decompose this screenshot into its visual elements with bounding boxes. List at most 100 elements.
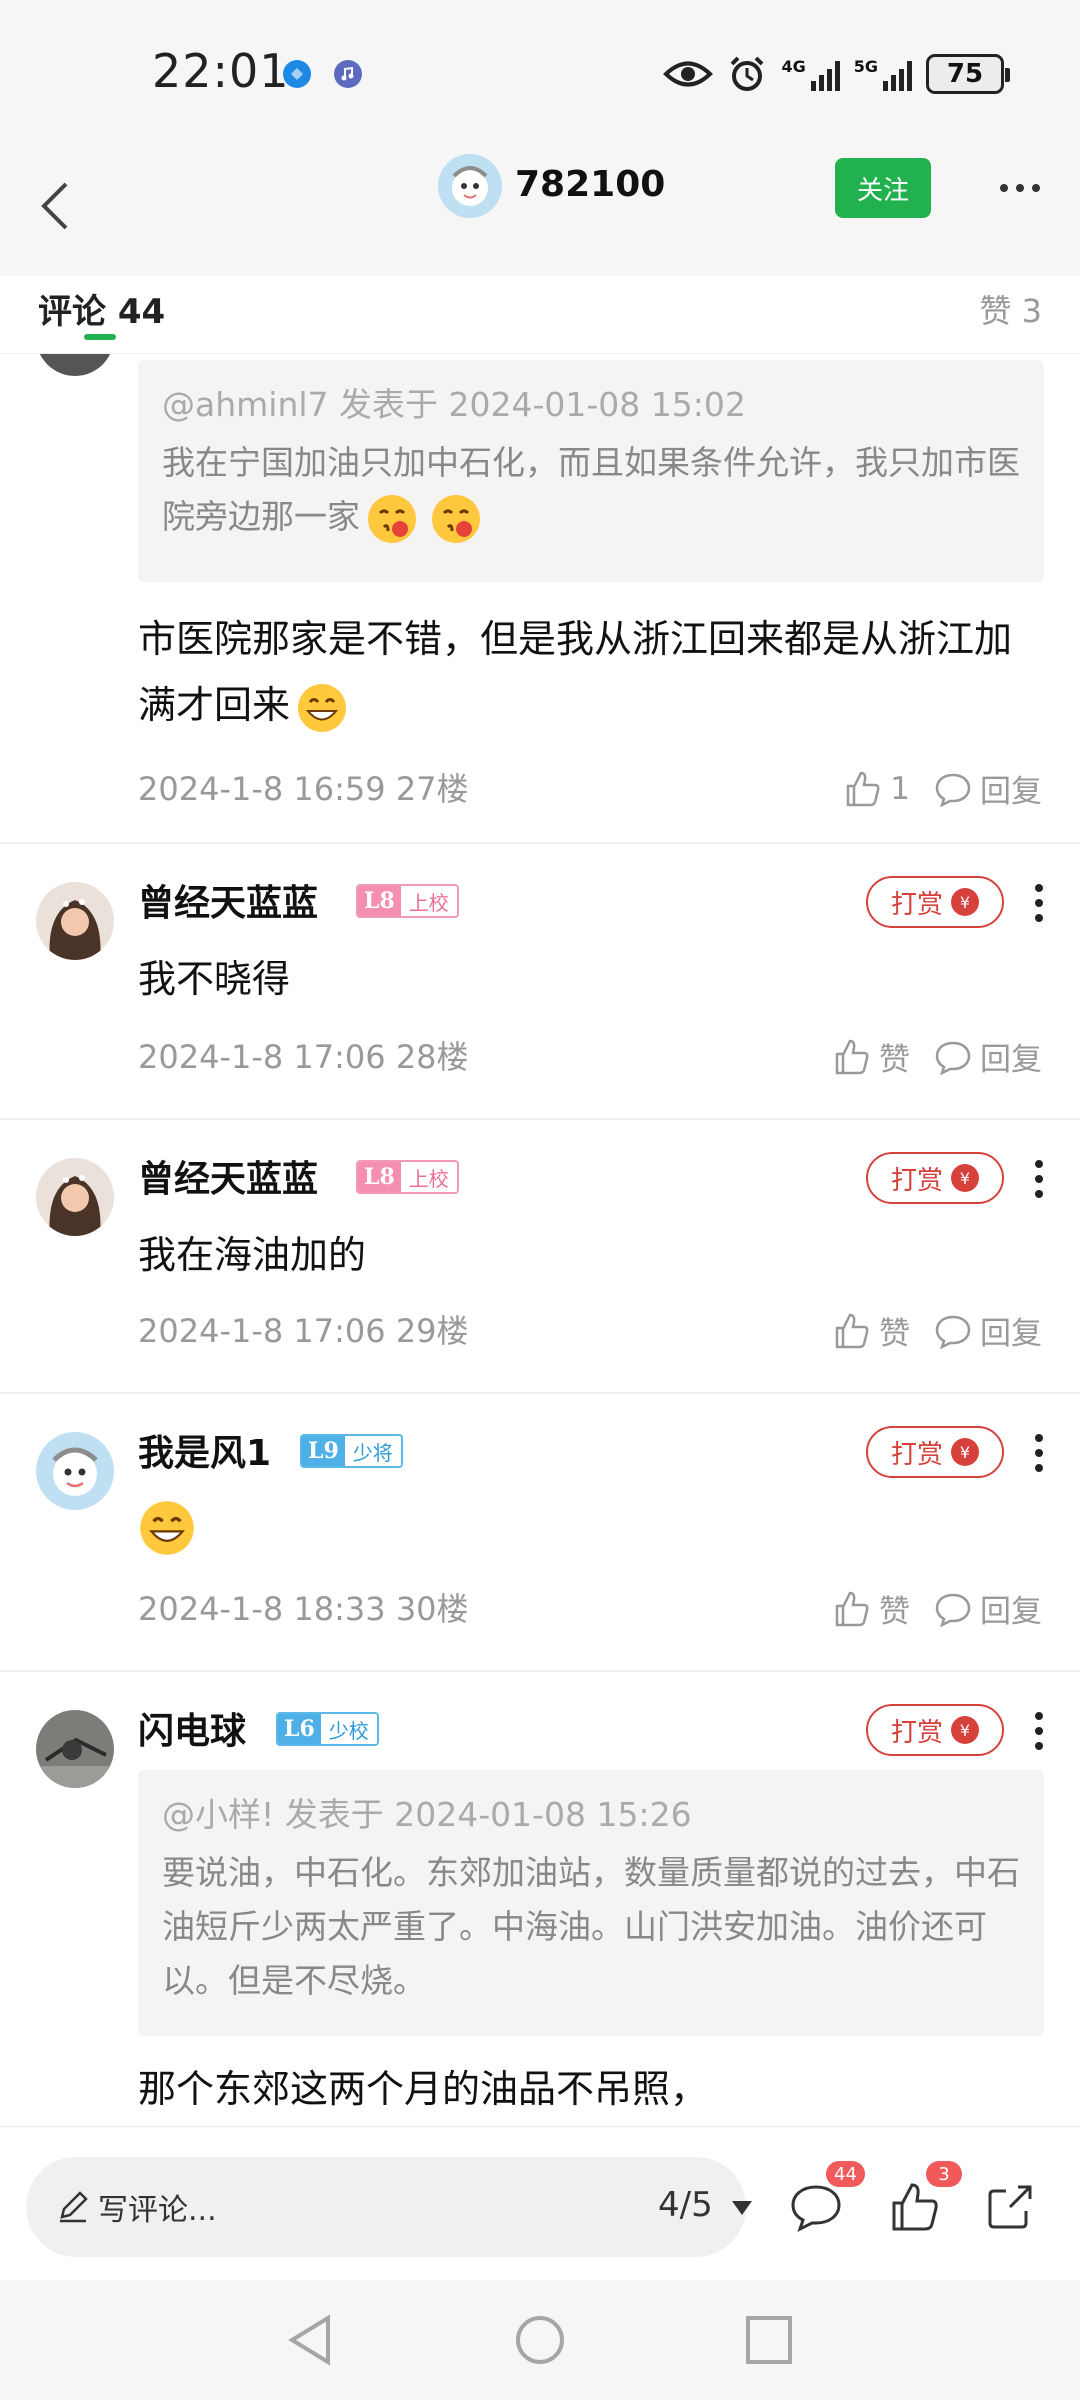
- comment-more-button[interactable]: [1024, 1428, 1054, 1478]
- avatar[interactable]: [36, 1710, 114, 1788]
- comment-meta: 2024-1-8 17:06 28楼: [138, 1038, 469, 1076]
- author-avatar[interactable]: [438, 154, 502, 218]
- comment-item: 曾经天蓝蓝 L8 上校 打赏 ¥ 我在海油加的 2024-1-8 17:06 29楼…: [0, 1120, 1080, 1394]
- quote-header: @ahminl7 发表于 2024-01-08 15:02: [162, 385, 746, 424]
- active-tab-indicator: [84, 334, 116, 340]
- comment-more-button[interactable]: [1024, 1706, 1054, 1756]
- thumbs-up-icon: [835, 1313, 869, 1348]
- quote-text: 要说油，中石化。东郊加油站，数量质量都说的过去，中石油短斤少两太严重了。中海油。…: [162, 1853, 1020, 2000]
- user-level-badge: L6 少校: [276, 1712, 379, 1746]
- write-comment-placeholder: 写评论...: [98, 2193, 217, 2228]
- quoted-comment[interactable]: @ahminl7 发表于 2024-01-08 15:02 我在宁国加油只加中石…: [138, 360, 1044, 582]
- nav-home-icon[interactable]: [512, 2310, 568, 2374]
- quote-header: @小样! 发表于 2024-01-08 15:26: [162, 1795, 692, 1834]
- tip-button[interactable]: 打赏 ¥: [866, 1704, 1004, 1756]
- comment-bubble-icon: [935, 1315, 971, 1349]
- coin-icon: ¥: [951, 1164, 979, 1192]
- comment-text: 我不晓得: [138, 957, 291, 1001]
- reply-button[interactable]: 回复: [934, 1308, 1042, 1353]
- user-level-badge: L8 上校: [356, 1160, 459, 1194]
- signal-5g-icon: 5G: [854, 57, 912, 91]
- comments-button[interactable]: 44: [788, 2161, 865, 2235]
- user-level-badge: L8 上校: [356, 884, 459, 918]
- page-indicator[interactable]: 4/5: [658, 2185, 713, 2225]
- nav-back-icon[interactable]: [284, 2310, 334, 2374]
- alarm-icon: [727, 54, 767, 94]
- battery-icon: 75: [926, 54, 1010, 94]
- bottom-action-bar: 写评论... 4/5 44 3: [0, 2126, 1080, 2280]
- comment-item: 闪电球 L6 少校 打赏 ¥ @小样! 发表于 2024-01-08 15:26 要…: [0, 1672, 1080, 2126]
- reply-button[interactable]: 回复: [934, 1034, 1042, 1079]
- write-comment-input[interactable]: 写评论... 4/5: [26, 2157, 752, 2257]
- kiss-emoji-icon: [368, 494, 416, 543]
- tip-button[interactable]: 打赏 ¥: [866, 876, 1004, 928]
- eye-icon: [663, 57, 714, 91]
- nav-recents-icon[interactable]: [744, 2310, 794, 2374]
- avatar[interactable]: [36, 354, 114, 376]
- comment-item: @ahminl7 发表于 2024-01-08 15:02 我在宁国加油只加中石…: [0, 354, 1080, 844]
- quoted-comment[interactable]: @小样! 发表于 2024-01-08 15:26 要说油，中石化。东郊加油站，…: [138, 1770, 1044, 2036]
- caret-down-icon[interactable]: [732, 2201, 752, 2215]
- username[interactable]: 闪电球: [138, 1702, 246, 1754]
- avatar[interactable]: [36, 1158, 114, 1236]
- comment-text: 市医院那家是不错，但是我从浙江回来都是从浙江加满才回来: [138, 606, 1040, 738]
- coin-icon: ¥: [951, 1716, 979, 1744]
- comment-item: 我是风1 L9 少将 打赏 ¥ 2024-1-8 18:33 30楼 赞 回复: [0, 1394, 1080, 1672]
- comment-meta: 2024-1-8 17:06 29楼: [138, 1312, 469, 1350]
- comment-tabs: 评论 44 赞 3: [0, 276, 1080, 354]
- comment-text: [138, 1492, 1040, 1558]
- avatar[interactable]: [36, 1432, 114, 1510]
- kiss-emoji-icon: [432, 494, 480, 543]
- like-button[interactable]: 赞: [831, 1586, 910, 1631]
- comment-item: 曾经天蓝蓝 L8 上校 打赏 ¥ 我不晓得 2024-1-8 17:06 28楼 赞…: [0, 844, 1080, 1120]
- thumbs-up-icon: [835, 1591, 869, 1626]
- like-post-button[interactable]: 3: [886, 2161, 962, 2235]
- thumbs-up-icon: [847, 771, 880, 806]
- tab-comments[interactable]: 评论 44: [38, 284, 165, 333]
- quote-text: 我在宁国加油只加中石化，而且如果条件允许，我只加市医院旁边那一家: [162, 436, 1020, 545]
- coin-icon: ¥: [951, 888, 979, 916]
- coin-icon: ¥: [951, 1438, 979, 1466]
- like-button[interactable]: 1: [842, 769, 910, 809]
- comment-more-button[interactable]: [1024, 1154, 1054, 1204]
- tip-button[interactable]: 打赏 ¥: [866, 1152, 1004, 1204]
- reply-button[interactable]: 回复: [934, 1586, 1042, 1631]
- comment-count-badge: 44: [826, 2161, 865, 2187]
- comment-bubble-icon: [935, 1593, 971, 1627]
- username[interactable]: 曾经天蓝蓝: [138, 1150, 318, 1202]
- avatar[interactable]: [36, 882, 114, 960]
- share-button[interactable]: [982, 2179, 1038, 2235]
- comment-text: 那个东郊这两个月的油品不吊照，: [138, 2067, 709, 2111]
- back-button[interactable]: [22, 170, 82, 240]
- like-button[interactable]: 赞: [831, 1034, 910, 1079]
- tab-likes[interactable]: 赞 3: [979, 286, 1042, 332]
- comment-list[interactable]: @ahminl7 发表于 2024-01-08 15:02 我在宁国加油只加中石…: [0, 354, 1080, 2126]
- chevron-left-icon: [41, 182, 68, 230]
- like-button[interactable]: 赞: [831, 1308, 910, 1353]
- username[interactable]: 我是风1: [138, 1424, 271, 1476]
- tip-button[interactable]: 打赏 ¥: [866, 1426, 1004, 1478]
- comment-meta: 2024-1-8 18:33 30楼: [138, 1590, 469, 1628]
- comment-bubble-icon: [935, 773, 971, 807]
- like-count-badge: 3: [926, 2161, 962, 2187]
- share-icon: [988, 2185, 1032, 2229]
- music-notification-icon: [334, 60, 362, 88]
- comment-text: 我在海油加的: [138, 1233, 367, 1277]
- signal-4g-icon: 4G: [781, 57, 840, 91]
- comment-meta: 2024-1-8 16:59 27楼: [138, 770, 469, 808]
- comment-more-button[interactable]: [1024, 878, 1054, 928]
- system-nav-bar: [0, 2280, 1080, 2400]
- grin-emoji-icon: [298, 683, 347, 732]
- comment-bubble-icon: [791, 2185, 841, 2232]
- app-notification-icon: [283, 60, 311, 88]
- username[interactable]: 曾经天蓝蓝: [138, 874, 318, 926]
- reply-button[interactable]: 回复: [934, 766, 1042, 811]
- comment-bubble-icon: [935, 1041, 971, 1075]
- more-options-button[interactable]: [990, 170, 1050, 206]
- thumbs-up-icon: [835, 1039, 869, 1074]
- status-time: 22:01: [152, 44, 290, 98]
- page-title: 782100: [515, 164, 666, 205]
- grin-emoji-icon: [140, 1500, 194, 1555]
- thumbs-up-icon: [892, 2183, 938, 2231]
- follow-button[interactable]: 关注: [835, 158, 931, 218]
